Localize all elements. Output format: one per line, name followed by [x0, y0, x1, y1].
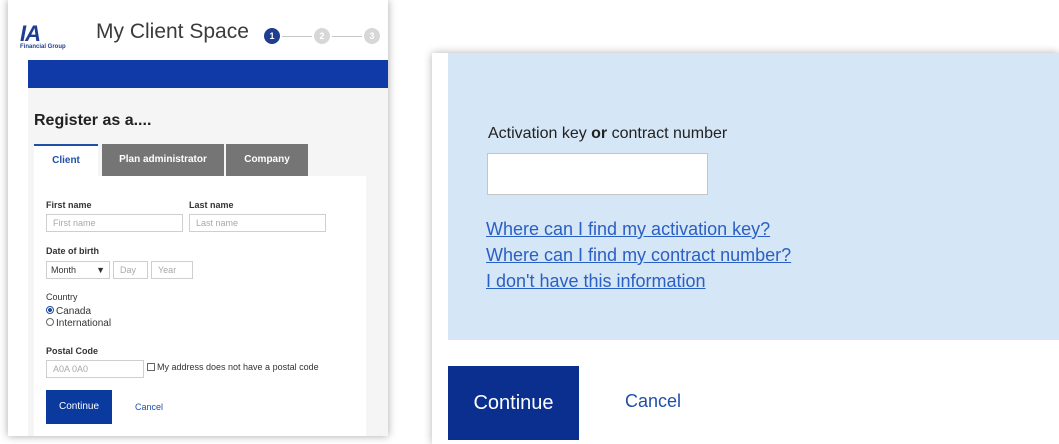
- tab-plan-administrator[interactable]: Plan administrator: [102, 144, 224, 176]
- activation-panel: Activation key or contract number Where …: [432, 53, 1059, 444]
- registration-panel: IA Financial Group My Client Space 1 2 3…: [8, 0, 388, 436]
- radio-label: International: [56, 318, 112, 329]
- registration-content: Register as a.... Client Plan administra…: [28, 88, 388, 436]
- country-option-international[interactable]: International: [46, 318, 111, 329]
- activation-field-label: Activation key or contract number: [488, 125, 727, 143]
- label-emphasis: or: [591, 125, 608, 142]
- postal-code-label: Postal Code: [46, 346, 99, 356]
- logo-mark: IA: [20, 21, 41, 46]
- page-title: Register as a....: [34, 112, 152, 129]
- first-name-input[interactable]: First name: [46, 214, 183, 232]
- radio-checked-icon[interactable]: [46, 306, 54, 315]
- step-connector: [332, 36, 362, 37]
- client-registration-form: First name First name Last name Last nam…: [34, 176, 366, 436]
- no-information-link[interactable]: I don't have this information: [486, 271, 706, 292]
- cancel-link[interactable]: Cancel: [135, 402, 163, 412]
- tab-company[interactable]: Company: [226, 144, 308, 176]
- first-name-label: First name: [46, 200, 92, 210]
- header: IA Financial Group My Client Space 1 2 3: [8, 0, 388, 58]
- last-name-label: Last name: [189, 200, 234, 210]
- step-2-indicator: 2: [314, 28, 330, 44]
- continue-button[interactable]: Continue: [448, 366, 579, 440]
- find-contract-number-link[interactable]: Where can I find my contract number?: [486, 245, 791, 266]
- continue-button[interactable]: Continue: [46, 390, 112, 424]
- label-text: contract number: [607, 125, 728, 142]
- dob-month-select[interactable]: Month ▼: [46, 261, 110, 279]
- company-logo: IA Financial Group: [20, 22, 92, 52]
- tab-client[interactable]: Client: [34, 144, 98, 176]
- logo-subtext: Financial Group: [20, 44, 66, 50]
- dob-label: Date of birth: [46, 246, 99, 256]
- step-3-indicator: 3: [364, 28, 380, 44]
- checkbox-label: My address does not have a postal code: [157, 362, 319, 372]
- country-option-canada[interactable]: Canada: [46, 306, 91, 317]
- find-activation-key-link[interactable]: Where can I find my activation key?: [486, 219, 770, 240]
- app-title: My Client Space: [96, 20, 249, 43]
- postal-code-input[interactable]: A0A 0A0: [46, 360, 144, 378]
- month-select-value: Month: [51, 265, 77, 275]
- country-label: Country: [46, 292, 78, 302]
- last-name-input[interactable]: Last name: [189, 214, 326, 232]
- label-text: Activation key: [488, 125, 592, 142]
- progress-steps: 1 2 3: [264, 28, 384, 48]
- cancel-link[interactable]: Cancel: [625, 391, 681, 412]
- activation-key-input[interactable]: [487, 153, 708, 195]
- step-1-indicator: 1: [264, 28, 280, 44]
- radio-label: Canada: [56, 306, 92, 317]
- radio-unchecked-icon[interactable]: [46, 318, 54, 327]
- step-connector: [282, 36, 312, 37]
- no-postal-code-option[interactable]: My address does not have a postal code: [147, 362, 319, 372]
- chevron-down-icon: ▼: [96, 265, 105, 275]
- no-postal-code-checkbox[interactable]: [147, 362, 155, 371]
- header-banner: [28, 60, 388, 88]
- dob-year-input[interactable]: Year: [151, 261, 193, 279]
- activation-info-box: Activation key or contract number Where …: [448, 53, 1059, 340]
- dob-day-input[interactable]: Day: [113, 261, 148, 279]
